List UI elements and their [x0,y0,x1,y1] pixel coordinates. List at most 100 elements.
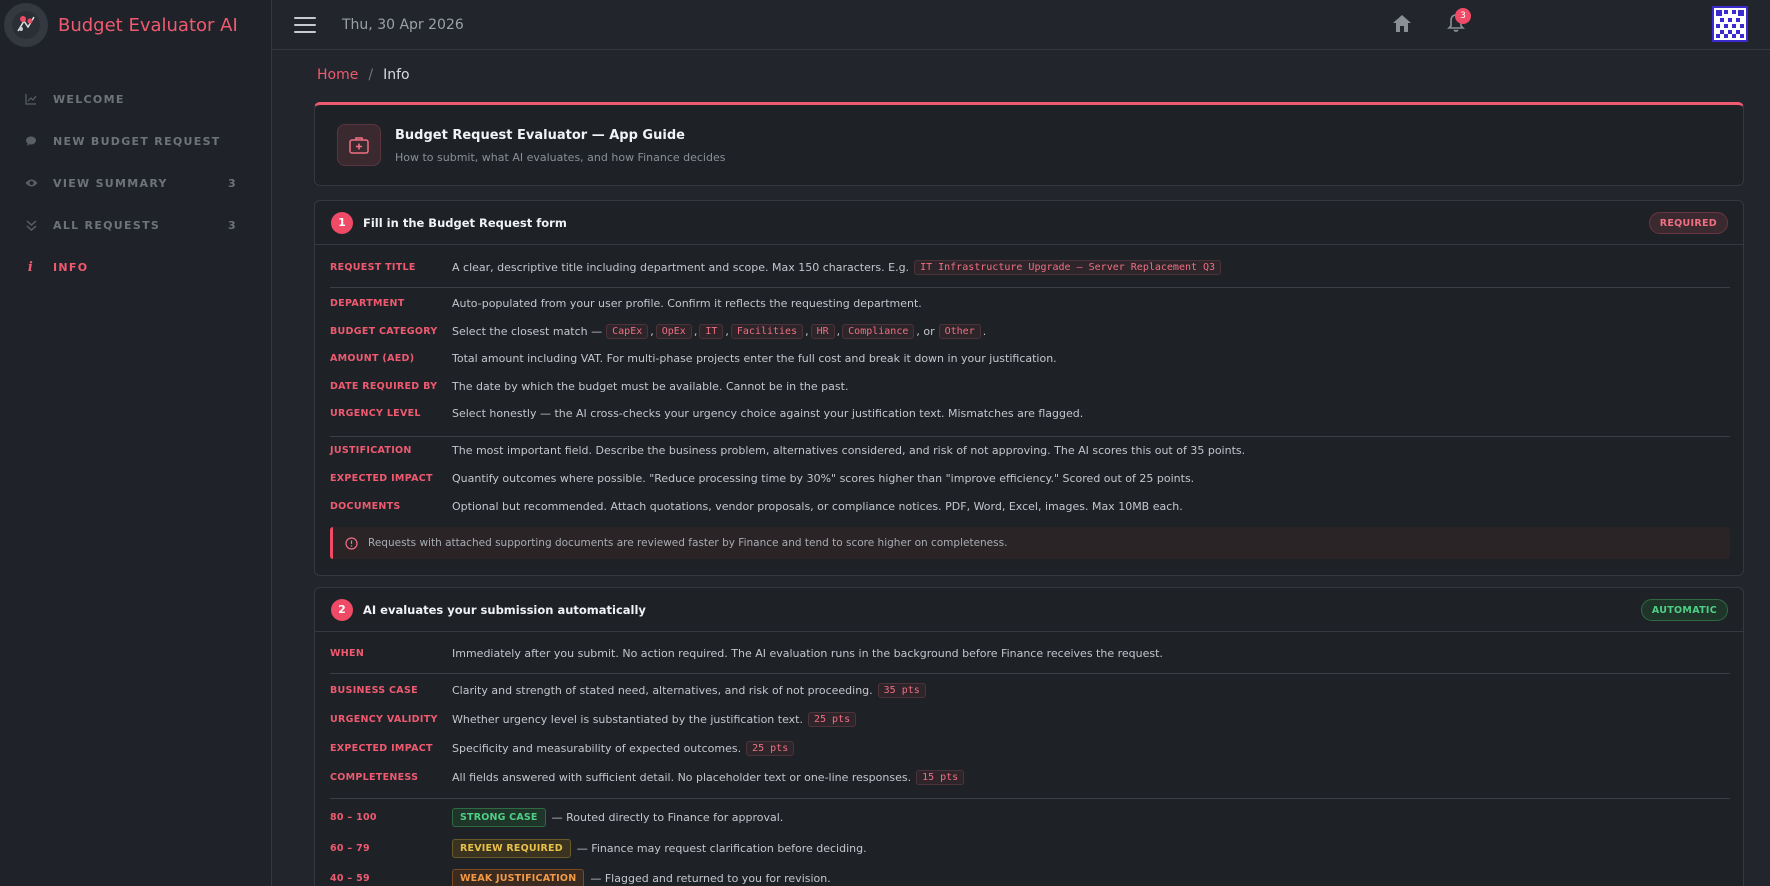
required-badge: REQUIRED [1648,212,1728,234]
sidebar-item-welcome[interactable]: WELCOME [0,78,271,120]
breadcrumb-home-link[interactable]: Home [317,67,358,83]
step-title: AI evaluates your submission automatical… [363,602,646,617]
score-range: 40 – 59 [330,873,370,884]
band-description: — Finance may request clarification befo… [576,842,867,855]
field-description: Optional but recommended. Attach quotati… [452,500,1183,513]
divider [330,798,1730,799]
field-department: DEPARTMENT Auto-populated from your user… [330,297,1730,310]
category-option: CapEx [606,324,649,339]
field-description: A clear, descriptive title including dep… [452,261,910,274]
step-1-card: 1 Fill in the Budget Request form REQUIR… [314,200,1744,576]
breadcrumb: Home / Info [317,67,410,83]
points-badge: 35 pts [877,683,926,698]
field-description: Select the closest match — [452,325,603,338]
page-title: Budget Request Evaluator — App Guide [395,128,685,143]
category-option: Facilities [730,324,804,339]
field-label: DATE REQUIRED BY [330,381,438,392]
field-label: EXPECTED IMPACT [330,473,433,484]
notification-badge: 3 [1455,8,1471,24]
breadcrumb-separator: / [368,67,374,83]
info-icon: i [27,259,35,275]
home-icon[interactable] [1392,14,1412,37]
score-range: 80 – 100 [330,812,377,823]
sidebar-item-new-budget-request[interactable]: NEW BUDGET REQUEST [0,120,271,162]
hamburger-menu-icon[interactable] [294,16,316,33]
breadcrumb-current: Info [383,67,410,83]
score-band-weak: 40 – 59 WEAK JUSTIFICATION — Flagged and… [330,869,1730,886]
criterion-label: COMPLETENESS [330,772,419,783]
separator: , [650,325,654,338]
field-description: Total amount including VAT. For multi-ph… [452,352,1057,365]
field-description: Quantify outcomes where possible. "Reduc… [452,472,1195,485]
sidebar-item-all-requests[interactable]: ALL REQUESTS 3 [0,204,271,246]
criterion-business-case: BUSINESS CASE Clarity and strength of st… [330,683,1730,698]
brand[interactable]: Budget Evaluator AI [0,0,271,50]
avatar[interactable] [1712,6,1748,42]
briefcase-medical-icon [337,124,381,166]
criterion-description: All fields answered with sufficient deta… [452,771,912,784]
double-chevron-down-icon [24,218,38,232]
points-badge: 25 pts [746,741,795,756]
sidebar-item-label: VIEW SUMMARY [53,176,168,190]
app-guide-header-card: Budget Request Evaluator — App Guide How… [314,102,1744,186]
current-date: Thu, 30 Apr 2026 [342,16,464,33]
sidebar-item-label: ALL REQUESTS [53,218,161,232]
field-label: REQUEST TITLE [330,262,416,273]
field-expected-impact: EXPECTED IMPACT Quantify outcomes where … [330,472,1730,485]
field-description: The most important field. Describe the b… [452,444,1246,457]
field-documents: DOCUMENTS Optional but recommended. Atta… [330,500,1730,513]
field-label: DEPARTMENT [330,298,405,309]
weak-justification-tag: WEAK JUSTIFICATION [452,869,585,886]
category-option: Other [938,324,981,339]
step-2-card: 2 AI evaluates your submission automatic… [314,587,1744,886]
score-band-review: 60 – 79 REVIEW REQUIRED — Finance may re… [330,839,1730,858]
sidebar-item-count: 3 [228,218,236,232]
step-1-header: 1 Fill in the Budget Request form REQUIR… [315,201,1743,245]
field-description: Auto-populated from your user profile. C… [452,297,922,310]
app-title: Budget Evaluator AI [58,14,238,36]
field-description: Select honestly — the AI cross-checks yo… [452,407,1084,420]
clock-icon [345,536,358,550]
field-date-required: DATE REQUIRED BY The date by which the b… [330,380,1730,393]
field-urgency-level: URGENCY LEVEL Select honestly — the AI c… [330,407,1730,420]
field-budget-category: BUDGET CATEGORY Select the closest match… [330,324,1730,339]
sidebar-item-view-summary[interactable]: VIEW SUMMARY 3 [0,162,271,204]
step-number: 1 [331,211,353,234]
category-option: OpEx [655,324,692,339]
score-band-strong: 80 – 100 STRONG CASE — Routed directly t… [330,808,1730,827]
divider [330,673,1730,674]
chart-line-icon [24,92,38,106]
separator: . [982,325,987,338]
criterion-description: Specificity and measurability of expecte… [452,742,742,755]
field-request-title: REQUEST TITLE A clear, descriptive title… [330,260,1730,275]
sidebar-item-label: WELCOME [53,92,125,106]
field-amount: AMOUNT (AED) Total amount including VAT.… [330,352,1730,365]
separator: , [836,325,841,338]
criterion-description: Clarity and strength of stated need, alt… [452,684,873,697]
separator: , [805,325,809,338]
example-code: IT Infrastructure Upgrade — Server Repla… [914,260,1222,275]
step-number: 2 [331,598,353,621]
criterion-description: Whether urgency level is substantiated b… [452,713,803,726]
sidebar-nav: WELCOME NEW BUDGET REQUEST VIEW SUMMARY … [0,78,271,288]
sidebar-item-info[interactable]: i INFO [0,246,271,288]
criterion-urgency-validity: URGENCY VALIDITY Whether urgency level i… [330,712,1730,727]
separator: , [725,325,729,338]
category-option: Compliance [842,324,915,339]
sidebar-item-label: NEW BUDGET REQUEST [53,134,221,148]
automatic-badge: AUTOMATIC [1640,599,1728,621]
sidebar-item-count: 3 [228,176,236,190]
step-2-header: 2 AI evaluates your submission automatic… [315,588,1743,632]
category-option: HR [810,324,835,339]
page-subtitle: How to submit, what AI evaluates, and ho… [395,151,726,164]
divider [330,436,1730,437]
top-header: Thu, 30 Apr 2026 3 [272,0,1770,50]
criterion-expected-impact: EXPECTED IMPACT Specificity and measurab… [330,741,1730,756]
category-option: IT [699,324,724,339]
step-title: Fill in the Budget Request form [363,215,567,230]
divider [330,287,1730,288]
row-when: WHEN Immediately after you submit. No ac… [330,647,1730,660]
sidebar: Budget Evaluator AI WELCOME NEW BUDGET R… [0,0,272,886]
app-logo-icon [4,3,48,47]
main-content: Home / Info Budget Request Evaluator — A… [272,50,1770,886]
